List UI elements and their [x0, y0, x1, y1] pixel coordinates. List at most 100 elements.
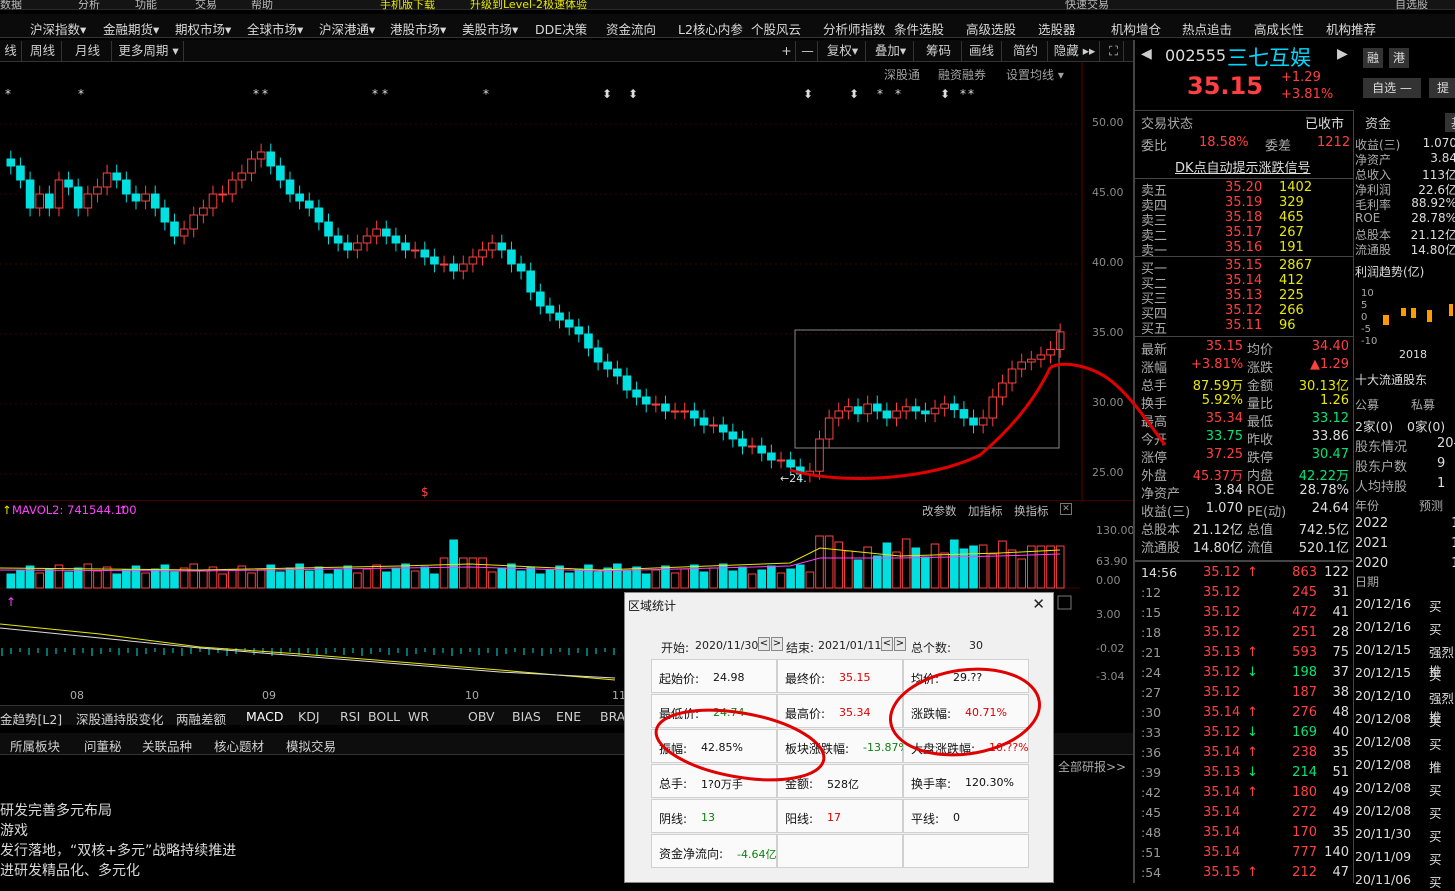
news-item[interactable]: 发行落地，“双核+多元”战略持续推进	[0, 840, 620, 860]
menu-item[interactable]: 港股市场▾	[390, 19, 446, 38]
menu-item[interactable]: 选股器	[1038, 19, 1076, 38]
indicator-tab[interactable]: BRA	[600, 709, 625, 724]
menu-item[interactable]: L2核心内参	[678, 19, 743, 38]
tick-dir: ↑	[1247, 865, 1258, 880]
top-menu-item[interactable]: 升级到Level-2极速体验	[470, 0, 587, 12]
chart-tool-button[interactable]: —	[798, 41, 818, 61]
chart-tool-button[interactable]: 隐藏 ▸▸	[1050, 41, 1100, 61]
top-menu-item[interactable]: 帮助	[251, 0, 273, 12]
info-tab[interactable]: 关联品种	[142, 736, 192, 755]
indicator-tab[interactable]: KDJ	[298, 709, 320, 724]
fin-tab[interactable]: 资金	[1365, 113, 1391, 132]
all-reports-link[interactable]: 全部研报>>	[1058, 758, 1126, 775]
menu-item[interactable]: 美股市场▾	[462, 19, 518, 38]
fin-tab[interactable]: 基	[1445, 113, 1455, 132]
end-prev-button[interactable]: <	[881, 637, 893, 651]
indicator-tab[interactable]: 金趋势[L2]	[0, 709, 62, 728]
fullscreen-icon[interactable]: ⛶	[1104, 41, 1124, 61]
indicator-tab[interactable]: BOLL	[368, 709, 400, 724]
bid-price: 35.12	[1225, 303, 1263, 318]
chart-tool-button[interactable]: 叠加▾	[868, 41, 914, 61]
candlestick-chart[interactable]: * * * * * * * ⬍ ⬍ ⬍ ⬍ * * ⬍ * *$←24.	[0, 62, 1133, 502]
indicator-tab[interactable]: 深股通持股变化	[76, 709, 164, 728]
start-prev-button[interactable]: <	[758, 637, 770, 651]
indicator-tab[interactable]: RSI	[340, 709, 360, 724]
event-marker: *	[262, 87, 268, 101]
holders-item[interactable]: 人均持股	[1355, 476, 1407, 495]
top-menu-item[interactable]: 快速交易	[1065, 0, 1109, 12]
end-next-button[interactable]: >	[894, 637, 906, 651]
divider	[1135, 560, 1353, 562]
tick-count: 35	[1332, 825, 1349, 840]
top-menu-item[interactable]: 自选股	[1395, 0, 1428, 12]
news-item[interactable]: 研发完善多元布局	[0, 800, 620, 820]
menu-item[interactable]: 期权市场▾	[175, 19, 231, 38]
menu-item[interactable]: 热点追击	[1182, 19, 1232, 38]
tick-count: 28	[1332, 625, 1349, 640]
switch-indicator-button[interactable]: 换指标	[1014, 503, 1049, 519]
signal-marker: $	[421, 485, 429, 499]
stat-label: 最低价:	[659, 707, 700, 721]
indicator-tab[interactable]: BIAS	[512, 709, 541, 724]
menu-item[interactable]: 沪深指数▾	[30, 19, 86, 38]
info-tab[interactable]: 核心题材	[214, 736, 264, 755]
event-marker: *	[483, 87, 489, 101]
period-tab[interactable]: 线	[0, 41, 22, 61]
menu-item[interactable]: 机构增仓	[1111, 19, 1161, 38]
watchlist-button[interactable]: 自选 —	[1363, 78, 1421, 98]
indicator-tab[interactable]: MACD	[246, 709, 283, 724]
bid-price: 35.15	[1225, 258, 1263, 273]
menu-item[interactable]: DDE决策	[535, 19, 587, 38]
indicator-tab[interactable]: ENE	[556, 709, 581, 724]
menu-item[interactable]: 个股风云	[751, 19, 801, 38]
info-tab[interactable]: 所属板块	[10, 736, 60, 755]
top-menu-item[interactable]: 交易	[195, 0, 217, 12]
chart-tool-button[interactable]: 复权▾	[820, 41, 866, 61]
edit-params-button[interactable]: 改参数	[922, 503, 957, 519]
stat-label: 振幅:	[659, 742, 688, 756]
candle-body	[641, 396, 651, 405]
indicator-tab[interactable]: OBV	[468, 709, 495, 724]
chart-tool-button[interactable]: 画线	[962, 41, 1002, 61]
close-icon[interactable]: ✕	[1032, 595, 1045, 613]
menu-item[interactable]: 资金流向	[606, 19, 656, 38]
top-menu-item[interactable]: 分析	[78, 0, 100, 12]
top-menu-item[interactable]: 数据	[0, 0, 22, 12]
period-tab[interactable]: 周线	[24, 41, 62, 61]
start-next-button[interactable]: >	[771, 637, 783, 651]
profit-year: 2018	[1399, 348, 1427, 361]
holders-item[interactable]: 股东户数	[1355, 456, 1407, 475]
indicator-tab[interactable]: 两融差额	[176, 709, 226, 728]
prev-stock-icon[interactable]: ◀	[1141, 46, 1152, 62]
menu-item[interactable]: 条件选股	[894, 19, 944, 38]
menu-item[interactable]: 金融期货▾	[103, 19, 159, 38]
top-menu-item[interactable]: 手机版下载	[380, 0, 435, 12]
chart-tool-button[interactable]: 简约	[1004, 41, 1048, 61]
news-item[interactable]: 进研发精品化、多元化	[0, 860, 620, 880]
add-indicator-button[interactable]: 加指标	[968, 503, 1003, 519]
menu-item[interactable]: 机构推荐	[1326, 19, 1376, 38]
next-stock-icon[interactable]: ▶	[1337, 46, 1348, 62]
candle-body	[64, 179, 73, 188]
chart-tool-button[interactable]: +	[778, 41, 796, 61]
info-tab[interactable]: 问董秘	[84, 736, 122, 755]
period-tab[interactable]: 月线	[64, 41, 112, 61]
menu-item[interactable]: 分析师指数	[823, 19, 886, 38]
period-tab[interactable]: 更多周期 ▾	[114, 41, 184, 61]
indicator-tab[interactable]: WR	[408, 709, 429, 724]
top-menu-item[interactable]: 功能	[135, 0, 157, 12]
holders-item-value: 1	[1437, 476, 1446, 491]
holders-item[interactable]: 股东情况	[1355, 436, 1407, 455]
signal-link[interactable]: DK点自动提示涨跌信号	[1175, 157, 1311, 176]
quote-value: 14.80亿	[1192, 541, 1243, 556]
menu-item[interactable]: 沪深港通▾	[319, 19, 375, 38]
tick-price: 35.14	[1203, 785, 1241, 800]
extra-button[interactable]: 提	[1429, 78, 1455, 98]
close-icon[interactable]: ✕	[1060, 503, 1072, 515]
news-item[interactable]: 游戏	[0, 820, 620, 840]
menu-item[interactable]: 高级选股	[966, 19, 1016, 38]
info-tab[interactable]: 模拟交易	[286, 736, 336, 755]
menu-item[interactable]: 全球市场▾	[247, 19, 303, 38]
chart-tool-button[interactable]: 筹码	[916, 41, 962, 61]
menu-item[interactable]: 高成长性	[1254, 19, 1304, 38]
